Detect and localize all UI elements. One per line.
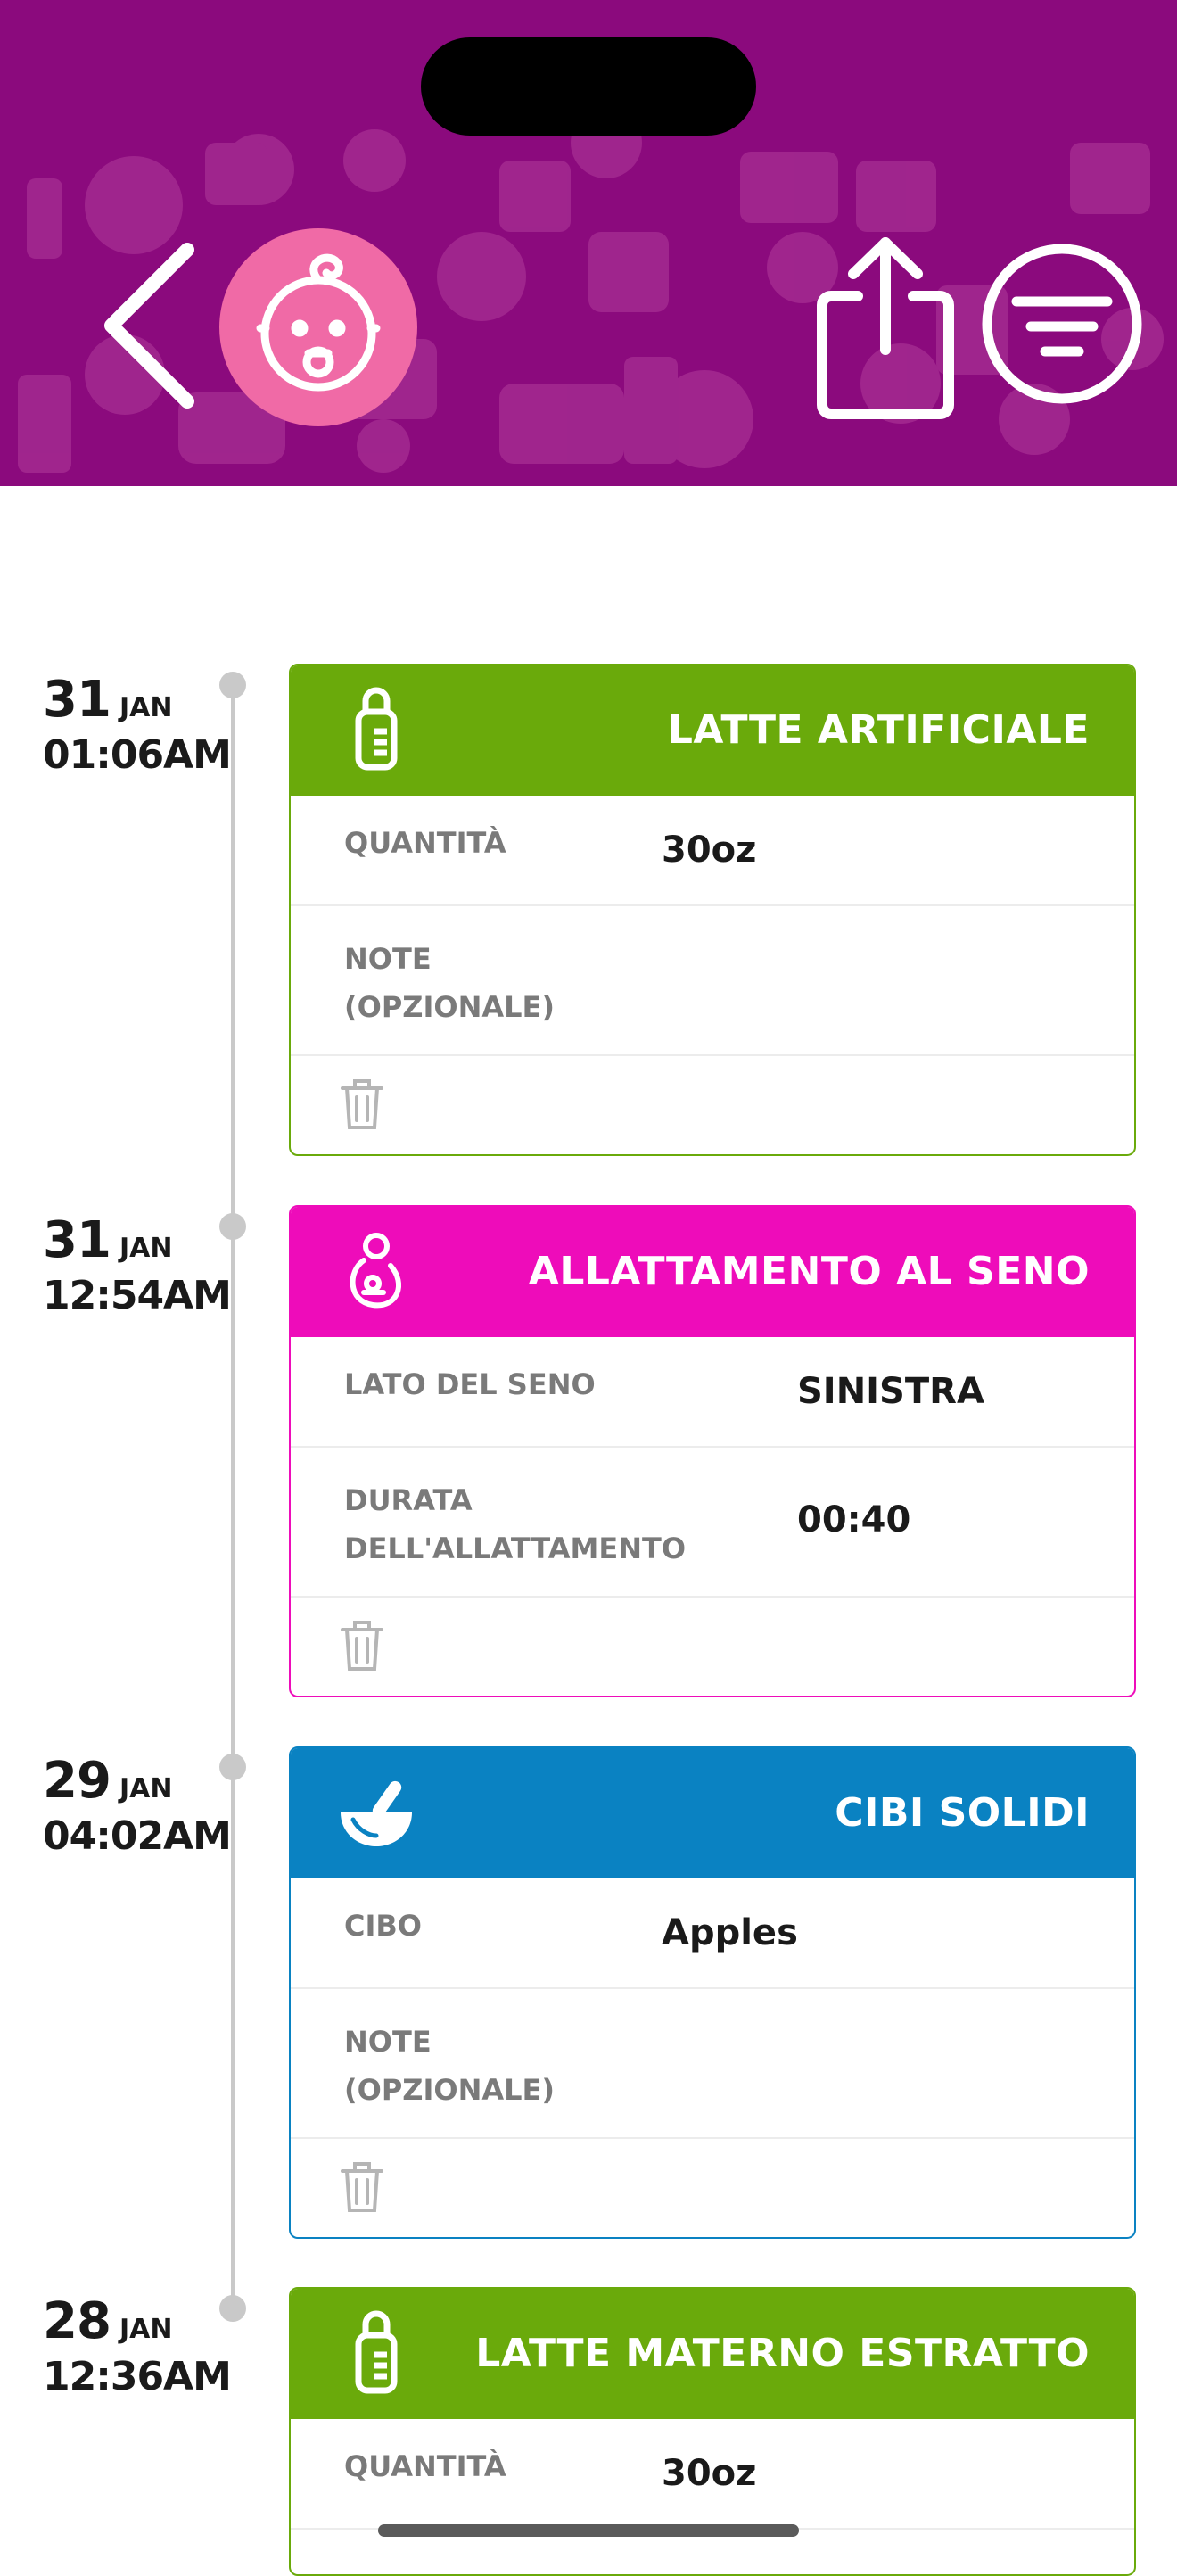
detail-row: LATO DEL SENO SINISTRA [291,1337,1134,1448]
row-label-line: NOTE [344,2025,432,2059]
trash-icon[interactable] [341,1619,383,1672]
entry-day: 31 [43,671,111,729]
entry-date: 31 JAN 01:06AM [43,671,232,778]
home-indicator[interactable] [378,2524,799,2537]
row-label: NOTE (OPZIONALE) [344,2018,555,2114]
card-header: LATTE ARTIFICIALE [291,665,1134,796]
entry-time: 12:36AM [43,2354,232,2399]
entry-time: 01:06AM [43,732,232,778]
entry-date: 28 JAN 12:36AM [43,2292,232,2399]
dynamic-island [421,37,756,136]
row-label: DURATA DELL'ALLATTAMENTO [344,1476,686,1573]
row-label-line: (OPZIONALE) [344,2073,556,2107]
baby-avatar[interactable] [219,228,417,426]
row-value: 00:40 [797,1499,911,1540]
trash-icon[interactable] [341,1077,383,1131]
back-button[interactable] [98,241,205,410]
baby-bottle-icon [355,2310,398,2394]
entry-day: 29 [43,1752,111,1810]
card-header: LATTE MATERNO ESTRATTO [291,2289,1134,2419]
row-value: 30oz [662,830,757,871]
entry-date: 29 JAN 04:02AM [43,1752,232,1859]
mortar-pestle-icon [341,1780,412,1846]
delete-row [291,2139,1134,2237]
row-label-line: DELL'ALLATTAMENTO [344,1532,687,1565]
detail-row: DURATA DELL'ALLATTAMENTO 00:40 [291,1448,1134,1598]
entry-time: 12:54AM [43,1273,232,1318]
entry-month: JAN [119,1233,173,1264]
card-header: ALLATTAMENTO AL SENO [291,1207,1134,1337]
row-value: Apples [662,1912,798,1953]
trash-icon[interactable] [341,2160,383,2214]
delete-row [291,1056,1134,1154]
row-value: 30oz [662,2453,757,2494]
row-label-line: NOTE [344,942,432,976]
row-label-line: DURATA [344,1483,473,1517]
detail-row: QUANTITÀ 30oz [291,796,1134,906]
row-label: CIBO [344,1909,422,1943]
card-title: LATTE ARTIFICIALE [667,707,1090,753]
row-label: QUANTITÀ [344,2449,506,2483]
detail-row: NOTE (OPZIONALE) [291,1989,1134,2139]
entry-day: 31 [43,1211,111,1269]
baby-face-icon [256,253,381,392]
row-label: NOTE (OPZIONALE) [344,935,555,1031]
card-title: CIBI SOLIDI [835,1790,1090,1836]
delete-row [291,1598,1134,1696]
card-title: ALLATTAMENTO AL SENO [528,1249,1090,1294]
entry-date: 31 JAN 12:54AM [43,1211,232,1318]
row-label-line: (OPZIONALE) [344,990,556,1024]
filter-button[interactable] [981,243,1143,405]
card-header: CIBI SOLIDI [291,1748,1134,1878]
share-button[interactable] [813,234,958,421]
card-title: LATTE MATERNO ESTRATTO [475,2331,1090,2376]
entry-card-breastfeeding[interactable]: ALLATTAMENTO AL SENO LATO DEL SENO SINIS… [289,1205,1136,1697]
row-value: SINISTRA [797,1371,984,1412]
entry-month: JAN [119,692,173,723]
baby-bottle-icon [355,687,398,771]
detail-row: QUANTITÀ 30oz [291,2419,1134,2530]
entry-day: 28 [43,2292,111,2350]
detail-row: CIBO Apples [291,1878,1134,1989]
breastfeeding-icon [350,1233,401,1309]
timeline-line [231,685,235,2308]
row-label: LATO DEL SENO [344,1367,596,1401]
entry-time: 04:02AM [43,1813,232,1859]
entry-month: JAN [119,1773,173,1804]
entry-card-solids[interactable]: CIBI SOLIDI CIBO Apples NOTE (OPZIONALE) [289,1746,1136,2239]
row-label: QUANTITÀ [344,826,506,860]
entry-card-formula[interactable]: LATTE ARTIFICIALE QUANTITÀ 30oz NOTE (OP… [289,664,1136,1156]
app-header [0,0,1177,486]
entry-month: JAN [119,2314,173,2345]
detail-row: NOTE (OPZIONALE) [291,906,1134,1056]
